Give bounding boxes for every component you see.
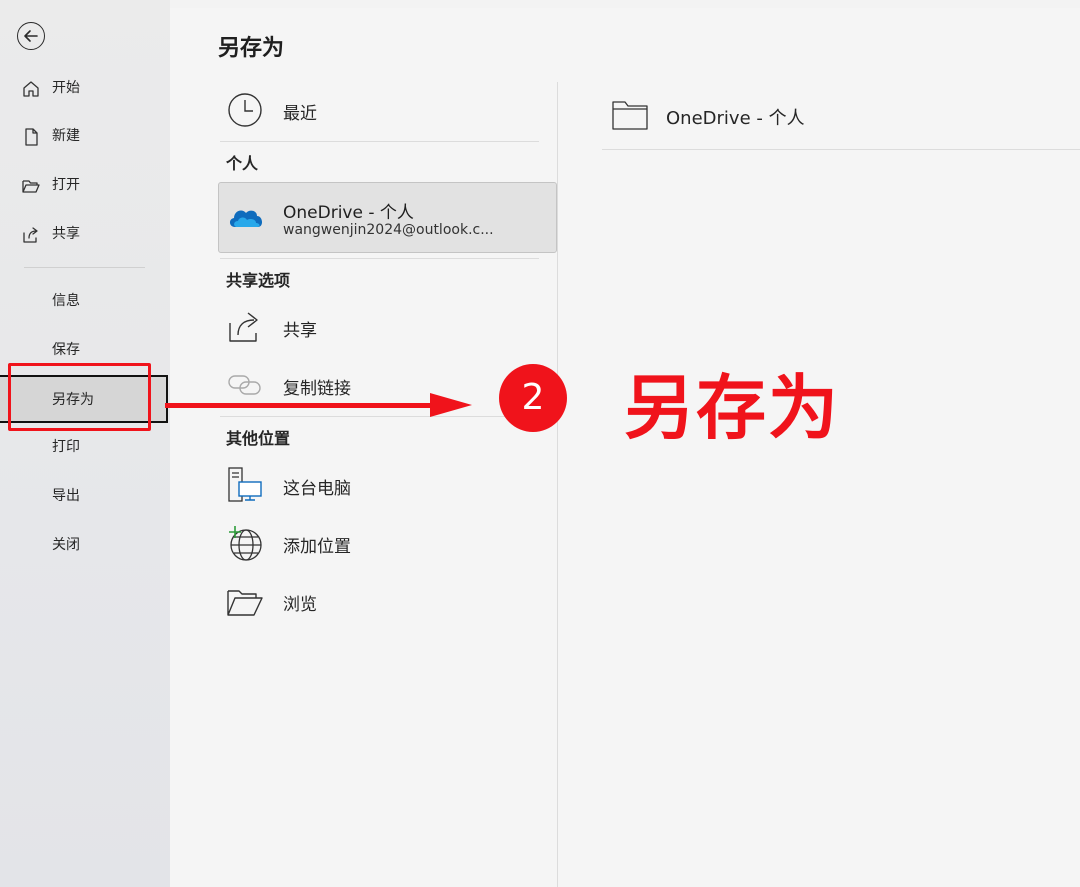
annotation-text: 另存为 (624, 367, 840, 449)
nav-item-close[interactable]: 关闭 (0, 525, 170, 565)
nav-divider (24, 267, 145, 268)
open-folder-icon (226, 583, 264, 619)
location-recent[interactable]: 最近 (218, 82, 556, 138)
home-icon (21, 79, 41, 99)
folder-icon (612, 100, 648, 134)
nav-item-label: 保存 (52, 342, 80, 358)
nav-item-label: 打印 (52, 439, 80, 455)
divider (602, 149, 1080, 150)
new-document-icon (21, 127, 41, 147)
location-share[interactable]: 共享 (218, 299, 556, 355)
divider (220, 141, 539, 142)
back-arrow-icon[interactable] (17, 22, 45, 50)
location-label: 共享 (283, 321, 317, 341)
nav-item-share[interactable]: 共享 (0, 214, 170, 254)
clock-icon (226, 92, 264, 128)
folder-onedrive[interactable]: OneDrive - 个人 (602, 88, 1080, 150)
nav-item-export[interactable]: 导出 (0, 476, 170, 516)
open-folder-icon (21, 176, 41, 196)
globe-add-icon (226, 525, 264, 561)
divider (220, 258, 539, 259)
backstage-nav: 开始 新建 打开 共享 信息 保存 另存为 打印 导出 关闭 (0, 0, 170, 887)
nav-item-label: 关闭 (52, 537, 80, 553)
nav-item-label: 新建 (52, 128, 80, 144)
annotation-arrow (165, 393, 472, 417)
step-number-badge: 2 (499, 364, 567, 432)
nav-item-label: 导出 (52, 488, 80, 504)
onedrive-name: OneDrive - 个人 (283, 203, 414, 223)
highlight-box (8, 363, 151, 431)
location-add-place[interactable]: 添加位置 (218, 515, 556, 571)
location-onedrive-personal[interactable]: OneDrive - 个人 wangwenjin2024@outlook.c..… (218, 182, 557, 253)
page-title: 另存为 (218, 36, 285, 61)
nav-item-label: 打开 (52, 177, 80, 193)
nav-item-print[interactable]: 打印 (0, 427, 170, 467)
nav-item-home[interactable]: 开始 (0, 68, 170, 108)
location-label: 浏览 (283, 595, 317, 615)
computer-icon (226, 467, 264, 503)
nav-item-label: 共享 (52, 226, 80, 242)
onedrive-account: wangwenjin2024@outlook.c... (283, 222, 494, 238)
location-label: 最近 (283, 104, 317, 124)
location-browse[interactable]: 浏览 (218, 573, 556, 629)
section-personal: 个人 (226, 154, 259, 173)
section-shared: 共享选项 (226, 271, 291, 290)
nav-item-label: 开始 (52, 80, 80, 96)
column-divider (557, 82, 558, 887)
nav-item-open[interactable]: 打开 (0, 165, 170, 205)
location-label: 添加位置 (283, 537, 351, 557)
location-label: 这台电脑 (283, 479, 351, 499)
share-icon (21, 225, 41, 245)
location-this-pc[interactable]: 这台电脑 (218, 457, 556, 513)
nav-item-info[interactable]: 信息 (0, 281, 170, 321)
onedrive-cloud-icon (227, 203, 265, 235)
folder-label: OneDrive - 个人 (666, 108, 805, 129)
nav-item-new[interactable]: 新建 (0, 116, 170, 156)
share-icon (226, 309, 264, 345)
nav-item-label: 信息 (52, 293, 80, 309)
